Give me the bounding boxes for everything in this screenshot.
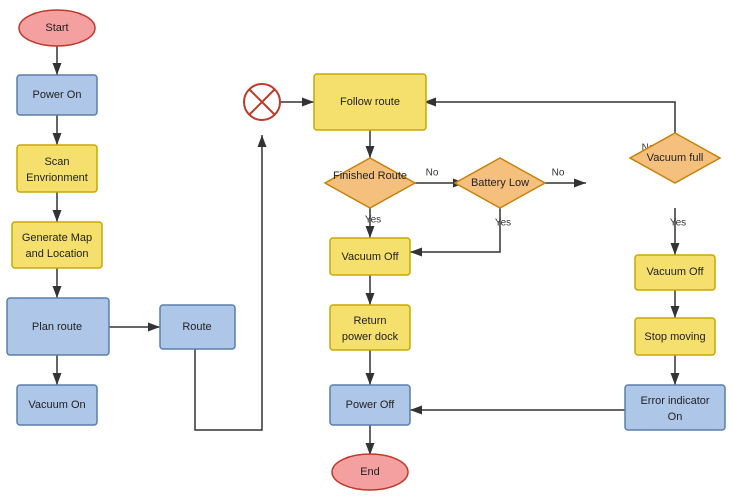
no-label-battery: No bbox=[552, 168, 565, 179]
yes-label-battery: Yes bbox=[495, 218, 511, 229]
scan-label: Scan bbox=[44, 156, 69, 168]
finished-route-node bbox=[325, 158, 415, 208]
battery-label: Battery Low bbox=[471, 177, 529, 189]
plan-route-label: Plan route bbox=[32, 321, 82, 333]
scan-label2: Envrionment bbox=[26, 172, 88, 184]
finished-label: Finished Route bbox=[333, 170, 407, 182]
return-label2: power dock bbox=[342, 331, 399, 343]
stop-moving-label: Stop moving bbox=[644, 331, 705, 343]
follow-route-label: Follow route bbox=[340, 96, 400, 108]
route-label: Route bbox=[182, 321, 211, 333]
error-indicator-node bbox=[625, 385, 725, 430]
end-label: End bbox=[360, 466, 380, 478]
vacuum-off-left-label: Vacuum Off bbox=[341, 251, 399, 263]
power-off-label: Power Off bbox=[346, 399, 396, 411]
yes-label-vacuum-full: Yes bbox=[670, 218, 686, 229]
error-label: Error indicator bbox=[640, 395, 709, 407]
generate-label: Generate Map bbox=[22, 232, 92, 244]
power-on-label: Power On bbox=[33, 89, 82, 101]
vacuum-full-label: Vacuum full bbox=[647, 152, 704, 164]
yes-label-finished: Yes bbox=[365, 215, 381, 226]
vacuum-on-label: Vacuum On bbox=[28, 399, 85, 411]
scan-node bbox=[17, 145, 97, 192]
vacuum-off-right-label: Vacuum Off bbox=[646, 266, 704, 278]
generate-map-node bbox=[12, 222, 102, 268]
error-label2: On bbox=[668, 411, 683, 423]
generate-label2: and Location bbox=[26, 248, 89, 260]
start-label: Start bbox=[45, 22, 68, 34]
no-label-finished: No bbox=[426, 168, 439, 179]
return-power-node bbox=[330, 305, 410, 350]
return-label: Return bbox=[353, 315, 386, 327]
